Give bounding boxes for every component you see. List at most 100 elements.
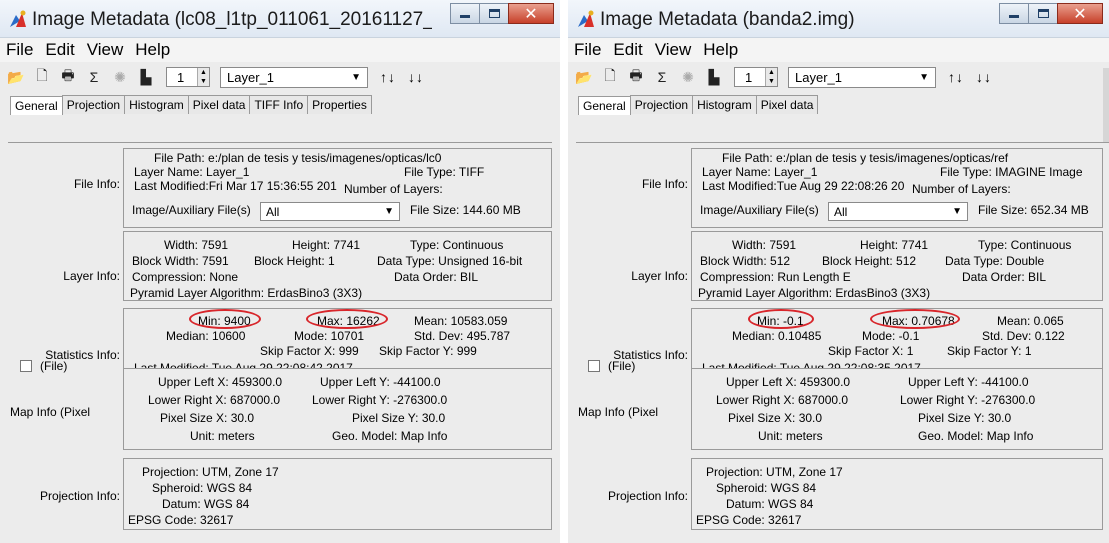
menu-edit[interactable]: Edit <box>45 40 74 60</box>
sort-descending-icon[interactable]: ↓↓ <box>408 69 424 85</box>
new-icon[interactable]: 🗋 <box>602 67 618 85</box>
map-info-group: Upper Left X: 459300.0 Upper Left Y: -44… <box>691 368 1103 450</box>
pixel-size-y: Pixel Size Y: 30.0 <box>918 411 1012 425</box>
tab-general[interactable]: General <box>578 96 631 115</box>
menu-view[interactable]: View <box>655 40 692 60</box>
block-width: Block Width: 7591 <box>132 254 229 268</box>
toolbar: 📂 🗋 🖶 Σ ✺ ▙ 1 ▲ ▼ Layer_1 ▼ ↑↓ ↓↓ <box>568 62 1109 92</box>
checkbox-icon <box>20 360 32 372</box>
lower-right-y: Lower Right Y: -276300.0 <box>900 393 1036 407</box>
print-icon[interactable]: 🖶 <box>60 67 76 85</box>
minimize-button[interactable] <box>999 3 1029 24</box>
file-info-label: File Info: <box>641 177 688 191</box>
geo-model: Geo. Model: Map Info <box>918 429 1034 443</box>
maximize-button[interactable] <box>479 3 509 24</box>
tab-projection[interactable]: Projection <box>61 95 126 114</box>
map-unit: Unit: meters <box>190 429 255 443</box>
close-button[interactable]: ✕ <box>1057 3 1103 24</box>
tab-histogram[interactable]: Histogram <box>124 95 189 114</box>
tab-pixel-data[interactable]: Pixel data <box>755 95 819 114</box>
layer-select[interactable]: Layer_1 ▼ <box>788 66 936 88</box>
new-icon[interactable]: 🗋 <box>34 67 50 85</box>
menu-bar: File Edit View Help <box>0 38 560 62</box>
tab-general[interactable]: General <box>10 96 63 115</box>
pixel-size-y: Pixel Size Y: 30.0 <box>352 411 446 425</box>
aux-files-value: All <box>834 204 848 219</box>
aux-files-select[interactable]: All ▼ <box>828 202 968 221</box>
histogram-icon[interactable]: ▙ <box>138 69 154 85</box>
histogram-icon[interactable]: ▙ <box>706 69 722 85</box>
tab-histogram[interactable]: Histogram <box>692 95 757 114</box>
open-folder-icon[interactable]: 📂 <box>7 69 24 85</box>
settings-icon[interactable]: ✺ <box>112 69 128 85</box>
maximize-icon <box>488 9 500 18</box>
type-value: Type: Continuous <box>410 238 504 252</box>
file-size: File Size: 652.34 MB <box>978 203 1089 217</box>
aux-files-select[interactable]: All ▼ <box>260 202 400 221</box>
layer-name: Layer Name: Layer_1 <box>134 165 250 179</box>
file-info-label: File Info: <box>73 177 120 191</box>
sort-ascending-icon[interactable]: ↑↓ <box>948 69 964 85</box>
menu-file[interactable]: File <box>574 40 601 60</box>
last-modified: Last Modified:Tue Aug 29 22:08:26 20 <box>702 179 905 193</box>
tab-strip: General Projection Histogram Pixel data <box>568 92 1109 115</box>
height-value: Height: 7741 <box>860 238 929 252</box>
tab-strip: General Projection Histogram Pixel data … <box>0 92 560 115</box>
layer-number-stepper[interactable]: 1 ▲ ▼ <box>734 67 778 87</box>
max-highlight-ellipse <box>306 309 388 329</box>
layer-number-value: 1 <box>177 69 185 85</box>
file-checkbox[interactable]: (File) <box>588 359 635 373</box>
print-icon[interactable]: 🖶 <box>628 67 644 85</box>
tab-projection[interactable]: Projection <box>629 95 694 114</box>
menu-edit[interactable]: Edit <box>613 40 642 60</box>
file-checkbox[interactable]: (File) <box>20 359 67 373</box>
spheroid-value: Spheroid: WGS 84 <box>716 481 817 495</box>
close-button[interactable]: ✕ <box>508 3 554 24</box>
lower-right-x: Lower Right X: 687000.0 <box>148 393 281 407</box>
minimize-button[interactable] <box>450 3 480 24</box>
datum-value: Datum: WGS 84 <box>726 497 814 511</box>
title-bar[interactable]: Image Metadata (banda2.img) ✕ <box>568 0 1109 38</box>
layer-info-group: Width: 7591 Height: 7741 Type: Continuou… <box>123 231 552 301</box>
projection-value: Projection: UTM, Zone 17 <box>706 465 843 479</box>
checkbox-icon <box>588 360 600 372</box>
layer-select[interactable]: Layer_1 ▼ <box>220 66 368 88</box>
stepper-arrows-icon[interactable]: ▲ ▼ <box>765 68 777 86</box>
menu-file[interactable]: File <box>6 40 33 60</box>
data-order: Data Order: BIL <box>394 270 479 284</box>
stepper-arrows-icon[interactable]: ▲ ▼ <box>197 68 209 86</box>
menu-help[interactable]: Help <box>703 40 738 60</box>
layer-name: Layer Name: Layer_1 <box>702 165 818 179</box>
type-value: Type: Continuous <box>978 238 1072 252</box>
window-title: Image Metadata (banda2.img) <box>600 9 855 30</box>
projection-info-label: Projection Info: <box>39 489 120 503</box>
tab-pixel-data[interactable]: Pixel data <box>187 95 251 114</box>
file-info-group: File Path: e:/plan de tesis y tesis/imag… <box>691 148 1103 228</box>
tab-tiff-info[interactable]: TIFF Info <box>249 95 309 114</box>
window-title: Image Metadata (lc08_l1tp_011061_2016112… <box>32 9 432 30</box>
data-type: Data Type: Unsigned 16-bit <box>377 254 523 268</box>
projection-info-label: Projection Info: <box>607 489 688 503</box>
metadata-window-2: Image Metadata (banda2.img) ✕ File Edit … <box>568 0 1109 543</box>
minimize-icon <box>1009 15 1019 18</box>
aux-files-value: All <box>266 204 280 219</box>
sigma-icon[interactable]: Σ <box>654 69 670 85</box>
layer-number-stepper[interactable]: 1 ▲ ▼ <box>166 67 210 87</box>
compression: Compression: None <box>132 270 239 284</box>
menu-view[interactable]: View <box>87 40 124 60</box>
title-bar[interactable]: Image Metadata (lc08_l1tp_011061_2016112… <box>0 0 560 38</box>
menu-bar: File Edit View Help <box>568 38 1109 62</box>
tab-properties[interactable]: Properties <box>307 95 372 114</box>
maximize-button[interactable] <box>1028 3 1058 24</box>
sort-ascending-icon[interactable]: ↑↓ <box>380 69 396 85</box>
open-folder-icon[interactable]: 📂 <box>575 69 592 85</box>
block-height: Block Height: 1 <box>254 254 335 268</box>
stat-mean: Mean: 10583.059 <box>414 314 508 328</box>
pyramid-algorithm: Pyramid Layer Algorithm: ErdasBino3 (3X3… <box>130 286 363 300</box>
sort-descending-icon[interactable]: ↓↓ <box>976 69 992 85</box>
layer-info-group: Width: 7591 Height: 7741 Type: Continuou… <box>691 231 1103 301</box>
menu-help[interactable]: Help <box>135 40 170 60</box>
sigma-icon[interactable]: Σ <box>86 69 102 85</box>
stat-mode: Mode: -0.1 <box>862 329 920 343</box>
settings-icon[interactable]: ✺ <box>680 69 696 85</box>
